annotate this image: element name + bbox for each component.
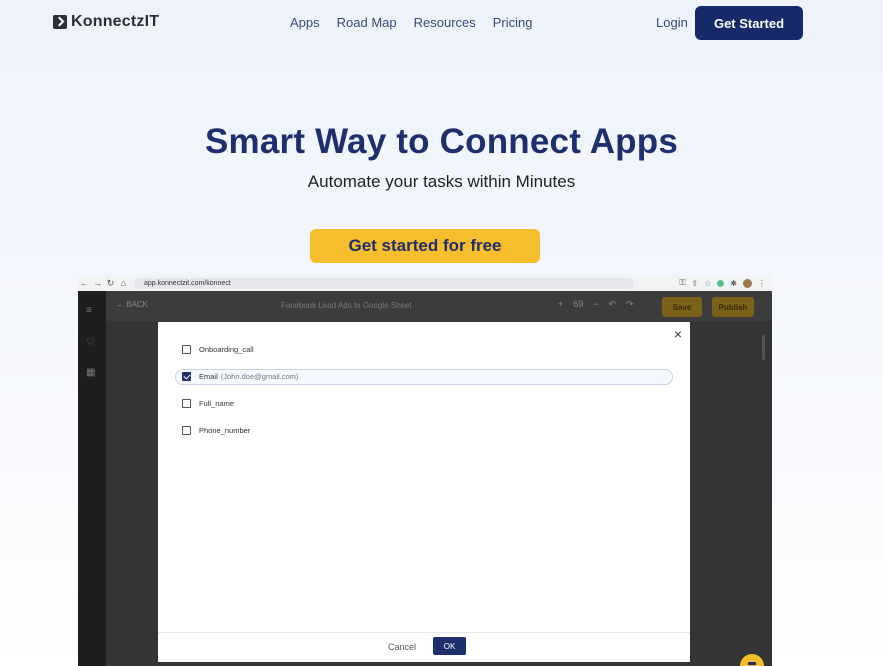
option-hint: (John.doe@gmail.com) bbox=[220, 372, 299, 381]
hero-title: Smart Way to Connect Apps bbox=[204, 122, 678, 161]
hero-subtitle: Automate your tasks within Minutes bbox=[307, 172, 576, 191]
login-link[interactable]: Login bbox=[656, 15, 688, 30]
zoom-out-icon: − bbox=[593, 299, 599, 309]
zoom-controls: + 69 − ↶ ↷ bbox=[558, 299, 634, 310]
nav-link-road-map[interactable]: Road Map bbox=[337, 15, 397, 30]
app-preview: ← → ↻ ⌂ app.konnectzit.com/konnect ⚿ ⇪ ☆… bbox=[78, 275, 772, 666]
checkbox bbox=[182, 345, 191, 354]
more-icon: ⋮ bbox=[758, 278, 766, 288]
top-nav: KonnectzIT Apps Road Map Resources Prici… bbox=[0, 0, 883, 46]
scrollbar bbox=[762, 335, 765, 360]
save-button: Save bbox=[662, 297, 702, 317]
zoom-in-icon: + bbox=[558, 299, 564, 309]
field-select-modal: × Onboarding_call Email (John.doe@gmail.… bbox=[158, 322, 690, 662]
option-phone-number: Phone_number bbox=[182, 426, 250, 435]
option-full-name: Full_name bbox=[182, 399, 234, 408]
back-arrow-icon: ← bbox=[80, 278, 89, 288]
close-icon: × bbox=[673, 326, 682, 342]
brand-name: KonnectzIT bbox=[71, 13, 160, 30]
reload-icon: ↻ bbox=[106, 277, 115, 288]
flow-toolbar: ← BACK Facebook Lead Ads to Google Sheet… bbox=[106, 291, 772, 321]
extension-icon bbox=[717, 279, 725, 287]
option-label: Email bbox=[199, 372, 218, 381]
back-label: BACK bbox=[126, 300, 149, 309]
nav-links: Apps Road Map Resources Pricing bbox=[290, 15, 533, 30]
home-icon: ⌂ bbox=[120, 278, 127, 288]
nav-link-resources[interactable]: Resources bbox=[414, 15, 476, 30]
get-started-button[interactable]: Get Started bbox=[695, 6, 803, 40]
publish-button: Publish bbox=[712, 297, 754, 317]
redo-icon: ↷ bbox=[626, 299, 634, 309]
checkbox bbox=[182, 399, 191, 408]
option-email: Email (John.doe@gmail.com) bbox=[182, 372, 298, 381]
share-icon: ⇪ bbox=[691, 278, 699, 288]
get-started-free-button[interactable]: Get started for free bbox=[310, 229, 540, 263]
zoom-level: 69 bbox=[573, 299, 584, 309]
nav-link-pricing[interactable]: Pricing bbox=[493, 15, 533, 30]
browser-extensions: ⚿ ⇪ ☆ ✱ ⋮ bbox=[679, 278, 766, 288]
option-label: Full_name bbox=[199, 399, 235, 408]
checkbox bbox=[182, 426, 191, 435]
logo[interactable]: KonnectzIT bbox=[53, 13, 159, 31]
menu-icon: ≡ bbox=[86, 305, 92, 316]
ok-button: OK bbox=[433, 637, 466, 655]
grid-icon: ▦ bbox=[86, 367, 96, 378]
heart-icon: ♡ bbox=[86, 337, 95, 348]
undo-icon: ↶ bbox=[608, 299, 617, 309]
back-link: ← BACK bbox=[116, 300, 149, 309]
key-icon: ⚿ bbox=[679, 278, 686, 287]
app-sidebar: ≡ ♡ ▦ bbox=[78, 291, 106, 666]
forward-arrow-icon: → bbox=[93, 278, 102, 288]
address-bar: app.konnectzit.com/konnect bbox=[134, 277, 634, 289]
cancel-button: Cancel bbox=[388, 642, 417, 652]
option-onboarding-call: Onboarding_call bbox=[182, 345, 254, 354]
star-icon: ☆ bbox=[704, 278, 712, 288]
option-label: Phone_number bbox=[199, 426, 251, 435]
flow-title: Facebook Lead Ads to Google Sheet bbox=[281, 301, 412, 310]
profile-avatar bbox=[743, 278, 752, 288]
browser-toolbar: ← → ↻ ⌂ app.konnectzit.com/konnect ⚿ ⇪ ☆… bbox=[78, 275, 772, 291]
nav-link-apps[interactable]: Apps bbox=[290, 15, 320, 30]
option-label: Onboarding_call bbox=[199, 345, 254, 354]
checkbox-checked bbox=[182, 372, 191, 381]
modal-footer: Cancel OK bbox=[158, 632, 690, 662]
logo-icon bbox=[53, 15, 67, 29]
puzzle-icon: ✱ bbox=[730, 278, 737, 288]
